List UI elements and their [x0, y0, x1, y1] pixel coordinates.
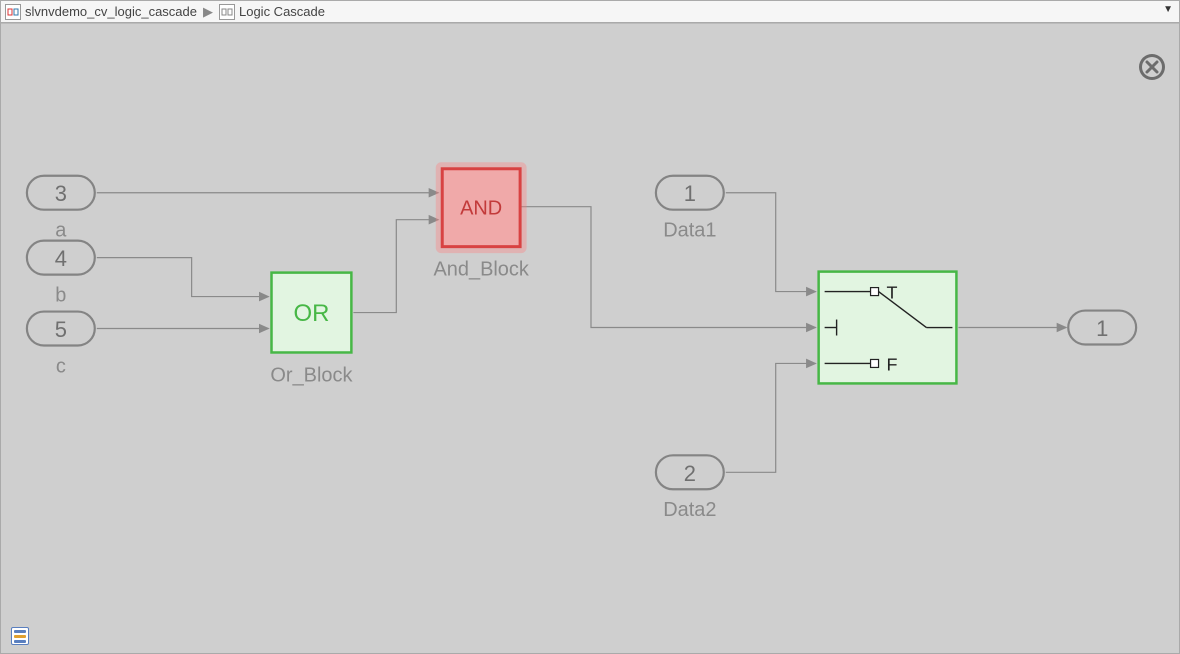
inport-4[interactable]: 4 [27, 241, 95, 275]
inport-3-label: a [55, 220, 67, 242]
svg-text:5: 5 [55, 317, 67, 342]
breadcrumb-dropdown-icon[interactable]: ▼ [1163, 4, 1173, 15]
breadcrumb-root[interactable]: slvnvdemo_cv_logic_cascade [25, 4, 197, 19]
svg-text:1: 1 [684, 181, 696, 206]
inport-5-label: c [56, 355, 66, 377]
breadcrumb: slvnvdemo_cv_logic_cascade ▶ Logic Casca… [1, 1, 1179, 23]
subsystem-icon [219, 4, 235, 20]
and-block[interactable]: AND [439, 166, 523, 250]
breadcrumb-current[interactable]: Logic Cascade [239, 4, 325, 19]
inport-3[interactable]: 3 [27, 176, 95, 210]
and-block-label: And_Block [433, 259, 528, 281]
outport-1[interactable]: 1 [1068, 311, 1136, 345]
inport-4-label: b [55, 285, 66, 307]
inport-data2[interactable]: 2 [656, 455, 724, 489]
inport-data1-label: Data1 [663, 220, 716, 242]
model-icon [5, 4, 21, 20]
wire-data1-to-switch [726, 193, 816, 292]
svg-text:F: F [887, 354, 898, 374]
svg-text:4: 4 [55, 246, 67, 271]
canvas[interactable]: 3 a 4 b 5 c OR Or_Block A [1, 23, 1179, 653]
or-block-label: Or_Block [270, 364, 352, 386]
model-data-icon[interactable] [11, 627, 29, 645]
wire-or-to-and [353, 220, 438, 313]
window: slvnvdemo_cv_logic_cascade ▶ Logic Casca… [0, 0, 1180, 654]
svg-text:3: 3 [55, 181, 67, 206]
svg-text:1: 1 [1096, 316, 1108, 341]
wire-b-to-or [97, 258, 269, 297]
chevron-right-icon: ▶ [203, 4, 213, 20]
switch-block[interactable]: T F [819, 272, 957, 384]
svg-text:OR: OR [293, 300, 329, 327]
diagram-svg: 3 a 4 b 5 c OR Or_Block A [1, 24, 1179, 653]
or-block[interactable]: OR [272, 273, 352, 353]
inport-5[interactable]: 5 [27, 312, 95, 346]
svg-text:2: 2 [684, 461, 696, 486]
inport-data2-label: Data2 [663, 499, 716, 521]
wire-data2-to-switch [726, 363, 816, 472]
inport-data1[interactable]: 1 [656, 176, 724, 210]
svg-text:AND: AND [460, 198, 502, 220]
